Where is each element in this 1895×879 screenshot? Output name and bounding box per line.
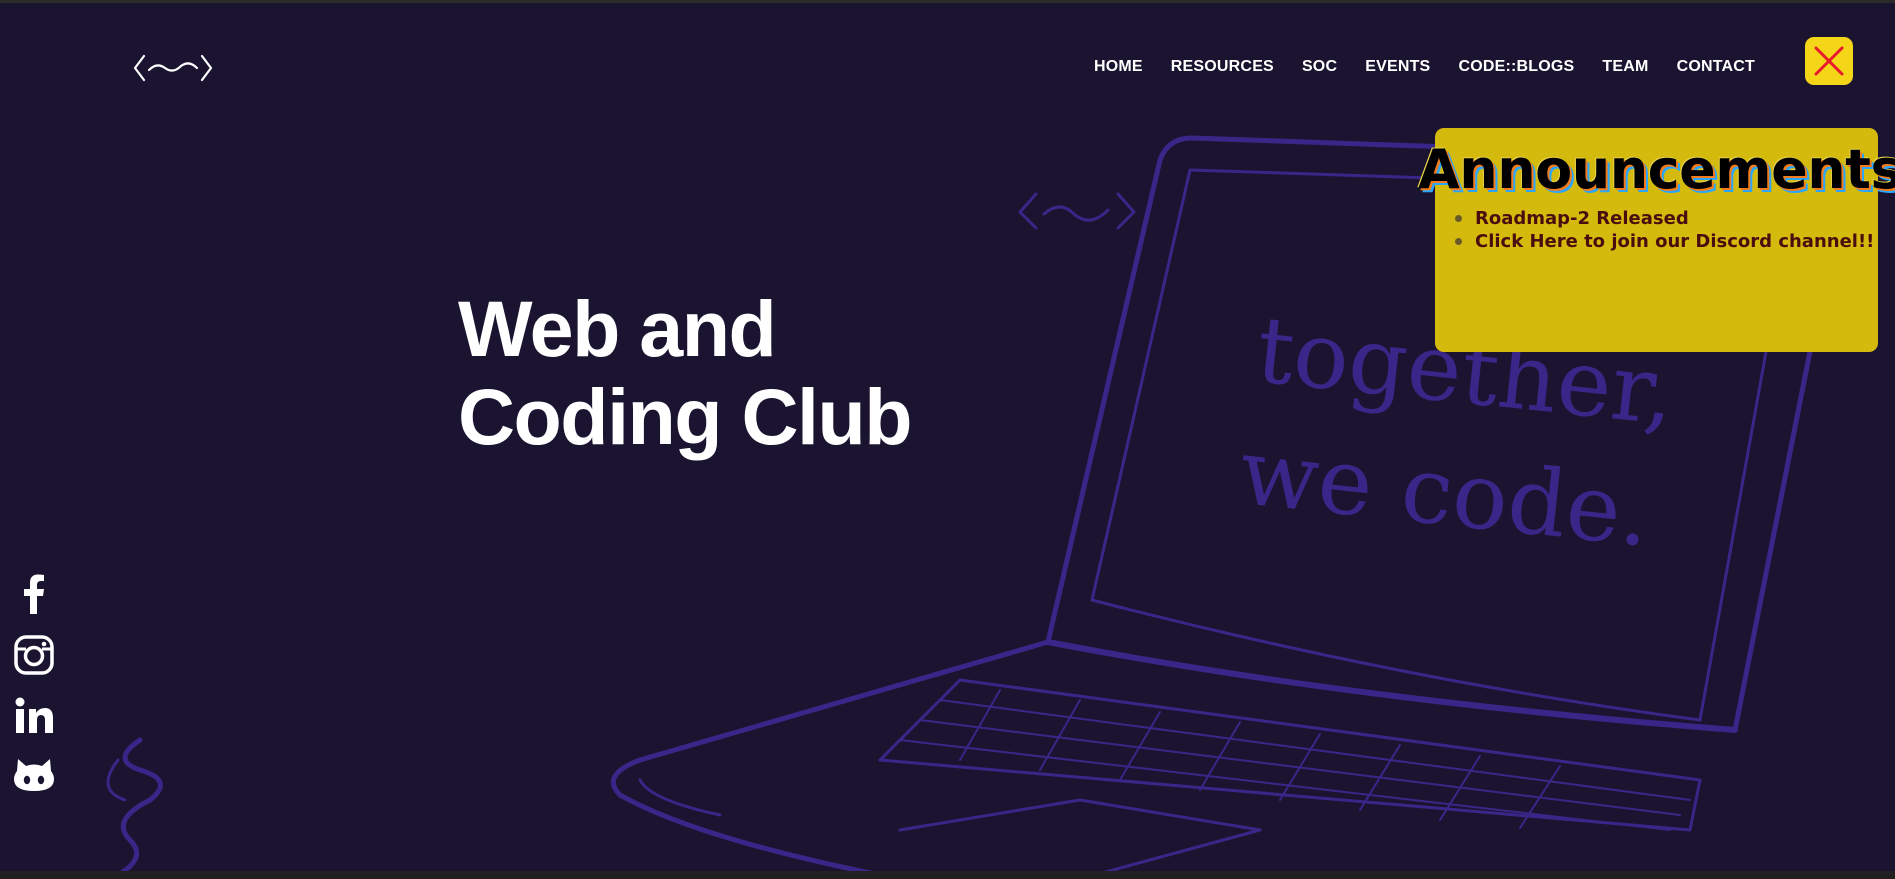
hero-title-line-1: Web and [458, 284, 777, 373]
main-nav: HOME RESOURCES SOC EVENTS CODE::BLOGS TE… [1094, 58, 1755, 76]
announcement-roadmap-link[interactable]: Roadmap-2 Released [1475, 208, 1689, 229]
announcements-list: Roadmap-2 Released Click Here to join ou… [1435, 207, 1874, 253]
nav-code-blogs[interactable]: CODE::BLOGS [1458, 58, 1574, 76]
announcement-item[interactable]: Roadmap-2 Released [1455, 207, 1874, 230]
nav-events[interactable]: EVENTS [1365, 58, 1430, 76]
announcements-title: Announcements [1418, 138, 1895, 201]
linkedin-link[interactable] [14, 695, 54, 735]
wcc-logo-icon[interactable] [133, 52, 213, 84]
nav-soc[interactable]: SOC [1302, 58, 1337, 76]
nav-team[interactable]: TEAM [1602, 58, 1648, 76]
hero-title-line-2: Coding Club [458, 372, 913, 461]
instagram-link[interactable] [14, 635, 54, 675]
facebook-link[interactable] [14, 574, 54, 614]
window-bottom-bar [0, 871, 1895, 879]
facebook-icon [24, 574, 44, 614]
nav-contact[interactable]: CONTACT [1677, 58, 1755, 76]
github-icon [14, 759, 54, 791]
announcement-discord-link[interactable]: Click Here to join our Discord channel!! [1475, 231, 1874, 252]
github-link[interactable] [14, 755, 54, 795]
announcement-item[interactable]: Click Here to join our Discord channel!! [1455, 230, 1874, 253]
instagram-icon [14, 635, 54, 675]
nav-home[interactable]: HOME [1094, 58, 1143, 76]
linkedin-icon [15, 697, 53, 733]
announcement-close-button[interactable] [1805, 37, 1853, 85]
close-icon [1814, 46, 1844, 76]
hero-title: Web and Coding Club [458, 284, 913, 461]
nav-resources[interactable]: RESOURCES [1171, 58, 1274, 76]
